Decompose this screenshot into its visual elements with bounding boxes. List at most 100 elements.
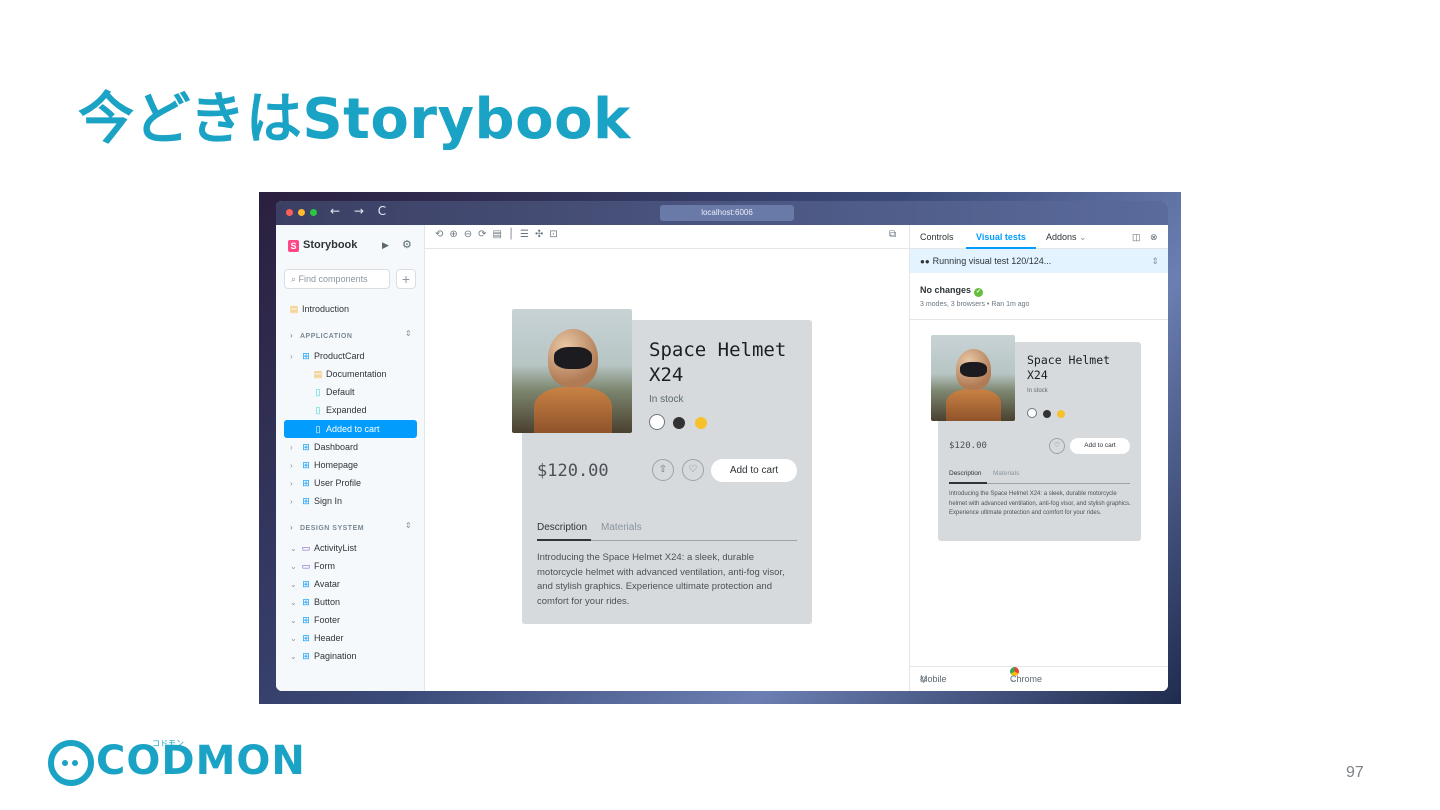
component-icon: ⊞ bbox=[302, 351, 310, 361]
chevron-right-icon: › bbox=[290, 497, 293, 506]
sort-icon[interactable]: ⇕ bbox=[405, 329, 412, 338]
component-icon: ⊞ bbox=[302, 442, 310, 452]
page-number: 97 bbox=[1346, 764, 1364, 781]
search-placeholder: Find components bbox=[298, 274, 368, 284]
swatch-yellow[interactable] bbox=[695, 417, 707, 429]
sidebar-item-label: Documentation bbox=[326, 369, 387, 379]
component-icon: ⊞ bbox=[302, 597, 310, 607]
storybook-badge-icon: S bbox=[288, 240, 299, 252]
close-window-dot[interactable] bbox=[286, 209, 293, 216]
swatch-black[interactable] bbox=[673, 417, 685, 429]
play-icon[interactable]: ▶ bbox=[382, 240, 389, 251]
section-label: APPLICATION bbox=[300, 333, 353, 340]
gear-icon[interactable]: ⚙ bbox=[402, 238, 412, 251]
component-icon: ⊞ bbox=[302, 478, 310, 488]
expand-toggle-icon[interactable]: ⇕ bbox=[1151, 249, 1159, 273]
add-to-cart-button[interactable]: Add to cart bbox=[711, 459, 797, 482]
chevron-down-icon: ⌄ bbox=[290, 616, 297, 625]
sidebar-item-label: Added to cart bbox=[326, 424, 380, 434]
snapshot-price: $120.00 bbox=[949, 441, 987, 451]
product-price: $120.00 bbox=[537, 461, 609, 481]
tab-controls[interactable]: Controls bbox=[920, 232, 954, 242]
panel-footer: ◇ Mobile Light ⌄ Chrome ⌄ bbox=[910, 666, 1168, 691]
sidebar-item-footer[interactable]: ⌄ ⊞ Footer bbox=[290, 611, 340, 629]
share-icon[interactable]: ⇧ bbox=[652, 459, 674, 481]
sidebar-item-homepage[interactable]: › ⊞ Homepage bbox=[290, 456, 358, 474]
sidebar-item-introduction[interactable]: ▤ Introduction bbox=[288, 300, 349, 318]
sidebar-item-dashboard[interactable]: › ⊞ Dashboard bbox=[290, 438, 358, 456]
sidebar-item-label: User Profile bbox=[314, 478, 362, 488]
sidebar-item-label: Dashboard bbox=[314, 442, 359, 452]
running-status-bar: ●● Running visual test 120/124... ⇕ bbox=[910, 249, 1168, 273]
section-design-system[interactable]: › DESIGN SYSTEM bbox=[290, 519, 364, 537]
screenshot-frame: ← → C localhost:6006 S Storybook ▶ ⚙ ⌕ Fi… bbox=[259, 192, 1181, 704]
sidebar-item-label: Form bbox=[314, 561, 335, 571]
component-icon: ⊞ bbox=[302, 633, 310, 643]
add-button[interactable]: + bbox=[396, 269, 416, 289]
maximize-window-dot[interactable] bbox=[310, 209, 317, 216]
search-input[interactable]: ⌕ Find components bbox=[284, 269, 390, 289]
tab-materials[interactable]: Materials bbox=[601, 522, 642, 533]
sidebar-item-form[interactable]: ⌄ ▭ Form bbox=[290, 557, 335, 575]
canvas-toolbar: ⟲⊕⊖⟳▤│☰✣⊡ ⧉ bbox=[425, 225, 909, 249]
close-panel-icon[interactable]: ⊗ bbox=[1150, 232, 1158, 243]
panel-layout-icon[interactable]: ◫ bbox=[1132, 232, 1141, 243]
tab-addons-label: Addons bbox=[1046, 232, 1077, 242]
sidebar-item-sign-in[interactable]: › ⊞ Sign In bbox=[290, 492, 342, 510]
nav-arrows-icon[interactable]: ← → C bbox=[330, 204, 391, 218]
eyes-icon: ●● bbox=[920, 257, 930, 266]
product-title-line1: Space Helmet bbox=[649, 339, 787, 361]
sidebar-item-label: Button bbox=[314, 597, 341, 607]
sidebar-item-default[interactable]: ▯ Default bbox=[312, 383, 355, 401]
chevron-right-icon: › bbox=[290, 352, 293, 361]
helmet-visor bbox=[554, 347, 592, 369]
snapshot-title: Space Helmet X24 bbox=[1027, 353, 1110, 383]
chevron-down-icon: ⌄ bbox=[290, 580, 297, 589]
chevron-right-icon: › bbox=[290, 461, 293, 470]
sidebar-item-avatar[interactable]: ⌄ ⊞ Avatar bbox=[290, 575, 340, 593]
tab-addons[interactable]: Addons ⌄ bbox=[1046, 232, 1087, 243]
sidebar-item-productcard[interactable]: › ⊞ ProductCard bbox=[290, 347, 365, 365]
logo-wordmark: CODMON bbox=[96, 738, 306, 784]
snapshot-title-line1: Space Helmet bbox=[1027, 353, 1111, 367]
sidebar-item-added-to-cart[interactable]: ▯ Added to cart bbox=[284, 420, 417, 438]
heart-icon[interactable]: ♡ bbox=[682, 459, 704, 481]
snapshot-add-to-cart: Add to cart bbox=[1070, 438, 1130, 454]
story-canvas: Space Helmet X24 In stock $120.00 ⇧ ♡ Ad… bbox=[425, 249, 909, 691]
sidebar: S Storybook ▶ ⚙ ⌕ Find components + ▤ Intr… bbox=[276, 225, 425, 691]
snapshot-tab-materials: Materials bbox=[993, 470, 1020, 477]
snapshot-swatch-yellow bbox=[1057, 410, 1065, 418]
snapshot-tab-indicator bbox=[949, 482, 987, 484]
swatch-white[interactable] bbox=[649, 414, 665, 430]
logo-kana: コドモン bbox=[152, 739, 184, 748]
sort-icon[interactable]: ⇕ bbox=[405, 521, 412, 530]
sidebar-item-pagination[interactable]: ⌄ ⊞ Pagination bbox=[290, 647, 357, 665]
component-icon: ⊞ bbox=[302, 651, 310, 661]
sidebar-item-documentation[interactable]: ▤ Documentation bbox=[312, 365, 387, 383]
open-external-icon[interactable]: ⧉ bbox=[889, 229, 896, 240]
minimize-window-dot[interactable] bbox=[298, 209, 305, 216]
url-bar[interactable]: localhost:6006 bbox=[660, 205, 794, 221]
tab-visual-tests[interactable]: Visual tests bbox=[976, 232, 1026, 242]
component-icon: ⊞ bbox=[302, 615, 310, 625]
sidebar-item-header[interactable]: ⌄ ⊞ Header bbox=[290, 629, 344, 647]
browser-window: ← → C localhost:6006 S Storybook ▶ ⚙ ⌕ Fi… bbox=[276, 201, 1168, 691]
tab-description[interactable]: Description bbox=[537, 522, 587, 533]
sidebar-item-label: Pagination bbox=[314, 651, 357, 661]
sidebar-item-label: Avatar bbox=[314, 579, 340, 589]
chevron-right-icon: › bbox=[290, 443, 293, 452]
sidebar-item-activitylist[interactable]: ⌄ ▭ ActivityList bbox=[290, 539, 357, 557]
snapshot-heart-icon: ♡ bbox=[1049, 438, 1065, 454]
sidebar-item-user-profile[interactable]: › ⊞ User Profile bbox=[290, 474, 361, 492]
sidebar-item-label: ProductCard bbox=[314, 351, 365, 361]
sidebar-item-button[interactable]: ⌄ ⊞ Button bbox=[290, 593, 340, 611]
test-status-label: No changes bbox=[920, 285, 972, 295]
section-application[interactable]: › APPLICATION bbox=[290, 327, 352, 345]
document-icon: ▤ bbox=[313, 369, 323, 379]
storybook-logo: S Storybook bbox=[288, 239, 357, 252]
folder-icon: ▭ bbox=[301, 561, 311, 571]
sidebar-item-expanded[interactable]: ▯ Expanded bbox=[312, 401, 367, 419]
snapshot-title-line2: X24 bbox=[1027, 368, 1048, 382]
codmon-logo: CODMON コドモン bbox=[48, 738, 305, 788]
toolbar-icons[interactable]: ⟲⊕⊖⟳▤│☰✣⊡ bbox=[435, 229, 564, 240]
